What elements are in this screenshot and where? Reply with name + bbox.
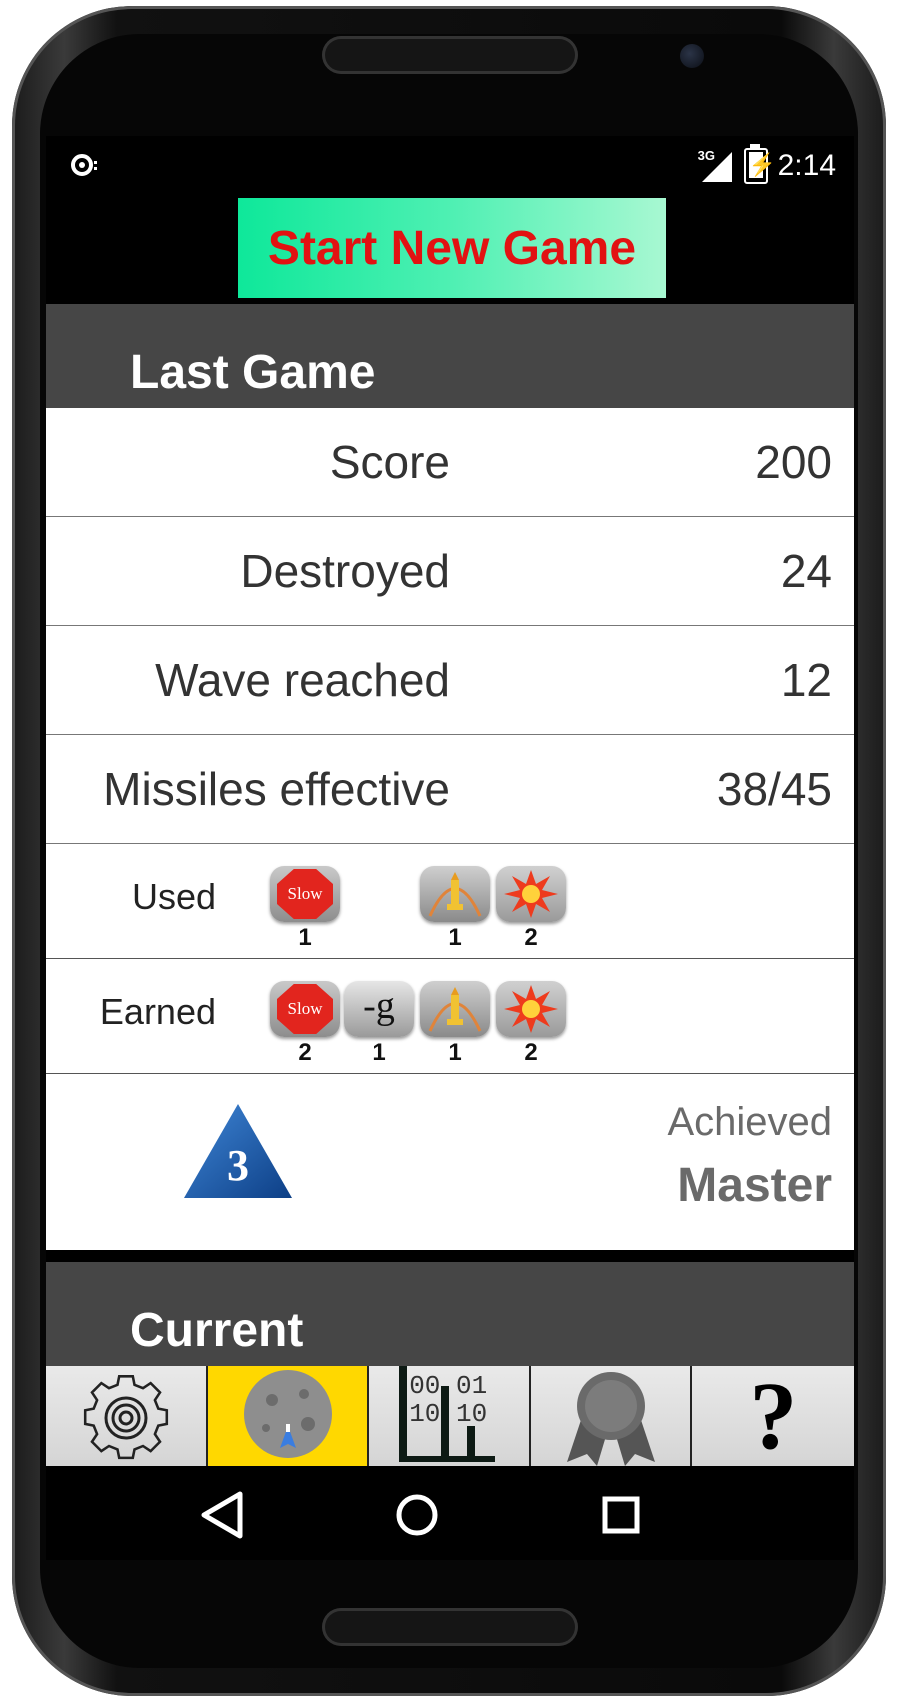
slow-powerup-icon: Slow <box>270 866 340 922</box>
slow-powerup-icon: Slow <box>270 981 340 1037</box>
stat-value: 200 <box>755 436 832 488</box>
help-icon: ? <box>749 1362 798 1469</box>
stat-label: Destroyed <box>240 545 450 597</box>
bottom-speaker <box>322 1608 578 1646</box>
stat-label: Missiles effective <box>103 763 450 815</box>
tab-settings[interactable] <box>46 1366 208 1466</box>
rank-number: 3 <box>227 1141 249 1190</box>
signal-icon: 3G <box>698 148 734 184</box>
stats-text-top: 00 01 <box>409 1371 488 1401</box>
current-title: Current <box>130 1304 304 1357</box>
stat-row-missiles: Missiles effective 38/45 <box>46 735 854 844</box>
sync-icon <box>70 150 100 180</box>
powerup-count: 1 <box>372 1039 386 1066</box>
tab-statistics[interactable]: 00 01 10 10 <box>369 1366 531 1466</box>
earned-label: Earned <box>99 991 216 1032</box>
stat-label: Score <box>329 436 450 488</box>
powerup-count: 1 <box>448 924 462 951</box>
powerup-count: 2 <box>524 924 538 951</box>
tab-help[interactable]: ? <box>692 1366 854 1466</box>
stat-value: 24 <box>780 545 832 597</box>
explosion-powerup-icon <box>496 866 566 922</box>
stat-row-destroyed: Destroyed 24 <box>46 517 854 626</box>
negative-gravity-powerup-icon: -g <box>344 981 414 1037</box>
stat-row-score: Score 200 <box>46 408 854 517</box>
rank-triangle-icon: 3 <box>184 1104 292 1198</box>
home-circle-icon[interactable] <box>382 1480 452 1550</box>
achieved-value: Master <box>677 1159 832 1212</box>
powerup-count: 2 <box>298 1039 312 1066</box>
screen: 3G ⚡ 2:14 Start New Game Last Game Score… <box>46 136 854 1560</box>
achievement-row: 3 Achieved Master <box>46 1074 854 1250</box>
powerup-count: 1 <box>448 1039 462 1066</box>
explosion-powerup-icon <box>496 981 566 1037</box>
last-game-title: Last Game <box>130 346 376 399</box>
battery-charging-icon: ⚡ <box>743 144 776 184</box>
tab-game[interactable] <box>207 1366 370 1466</box>
current-header: Current <box>46 1262 854 1366</box>
game-planet-icon <box>243 1370 332 1458</box>
top-speaker <box>322 36 578 74</box>
navigation-bar <box>46 1466 854 1560</box>
stat-label: Wave reached <box>155 654 450 706</box>
achieved-label: Achieved <box>667 1100 832 1144</box>
used-powerups-row: Used Slow 1 1 2 <box>46 844 854 959</box>
bottom-tab-bar: 00 01 10 10 ? <box>46 1366 854 1466</box>
start-new-game-button[interactable]: Start New Game <box>238 198 666 298</box>
rocket-powerup-icon <box>420 866 490 922</box>
powerup-count: 1 <box>298 924 312 951</box>
stat-row-wave: Wave reached 12 <box>46 626 854 735</box>
recents-square-icon[interactable] <box>586 1480 656 1550</box>
powerup-count: 2 <box>524 1039 538 1066</box>
tab-achievements[interactable] <box>530 1366 693 1466</box>
last-game-header: Last Game <box>46 304 854 408</box>
gear-icon <box>83 1375 169 1460</box>
stats-text-bottom: 10 10 <box>409 1399 488 1429</box>
stat-value: 12 <box>780 654 832 706</box>
back-triangle-icon[interactable] <box>188 1480 258 1550</box>
stat-value: 38/45 <box>716 763 832 815</box>
status-bar: 3G ⚡ 2:14 <box>46 136 854 196</box>
used-label: Used <box>131 876 216 917</box>
rocket-powerup-icon <box>420 981 490 1037</box>
front-camera <box>680 44 704 68</box>
award-ribbon-icon <box>566 1372 655 1466</box>
clock: 2:14 <box>777 149 836 182</box>
earned-powerups-row: Earned Slow 2 -g 1 1 2 <box>46 959 854 1074</box>
